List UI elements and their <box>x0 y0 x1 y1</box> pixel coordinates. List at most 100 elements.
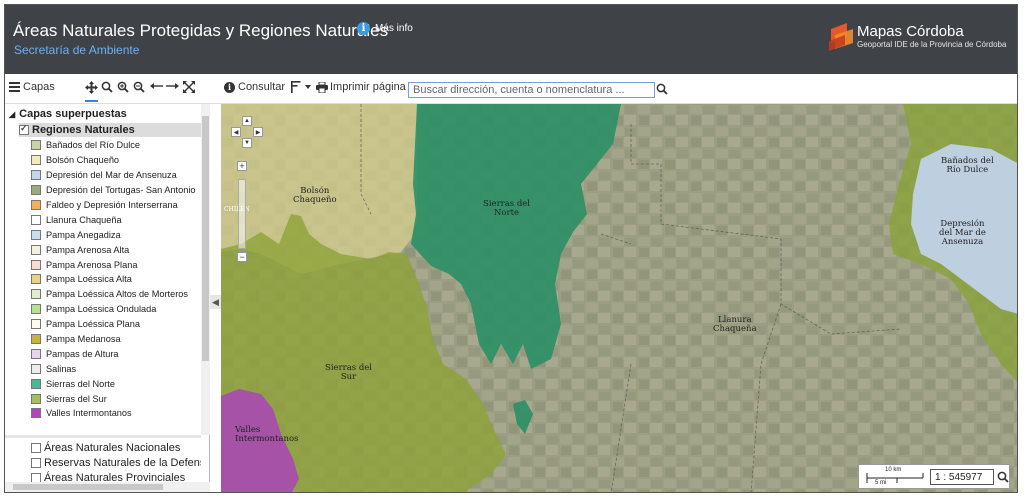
layer-item[interactable]: Reservas Naturales de la Defensa <box>31 455 201 470</box>
brand-tagline: Geoportal IDE de la Provincia de Córdoba <box>857 40 1007 49</box>
legend-swatch <box>31 170 41 181</box>
pan-left-button[interactable]: ◀ <box>231 127 241 137</box>
info-circle-icon: i <box>224 81 235 93</box>
pan-up-button[interactable]: ▲ <box>242 116 252 126</box>
overlay-group-header[interactable]: ◢ Capas superpuestas <box>9 108 127 120</box>
layer-checkbox[interactable] <box>31 457 41 468</box>
legend-label: Faldeo y Depresión Interserrana <box>46 200 178 210</box>
legend-label: Sierras del Norte <box>46 378 115 389</box>
legend-label: Valles Intermontanos <box>46 408 132 419</box>
legend-item: Sierras del Sur <box>31 391 201 406</box>
scale-search-icon[interactable] <box>997 471 1009 483</box>
label-sierras-del-norte: Sierras del Norte <box>483 199 531 218</box>
legend-item: Pampa Loéssica Plana <box>31 317 201 332</box>
legend-label: Pampas de Altura <box>46 348 119 359</box>
panel-separator[interactable] <box>5 435 201 438</box>
layer-label: Áreas Naturales Nacionales <box>44 441 181 454</box>
collapse-panel-button[interactable]: ◀ <box>210 295 221 309</box>
app-title: Áreas Naturales Protegidas y Regiones Na… <box>13 21 389 40</box>
measure-dropdown-button[interactable] <box>290 81 311 93</box>
legend-swatch <box>31 348 41 359</box>
zoom-out-icon <box>133 81 145 93</box>
printer-icon <box>316 81 328 93</box>
toolbar: Capas i Consultar Imprimir página Buscar… <box>5 74 1017 104</box>
legend-swatch <box>31 200 41 210</box>
natural-regions-label: Regiones Naturales <box>32 124 135 136</box>
panel-scroll-thumb[interactable] <box>202 116 209 361</box>
legend-swatch <box>31 378 41 389</box>
panel-scrollbar[interactable] <box>201 104 210 435</box>
map-zoom-in-button[interactable]: + <box>237 161 247 171</box>
label-sierras-del-sur: Sierras del Sur <box>325 363 373 382</box>
flag-icon <box>291 81 301 93</box>
legend-label: Pampa Loéssica Ondulada <box>46 304 157 315</box>
search-input[interactable] <box>408 82 655 98</box>
horizontal-scroll-thumb[interactable] <box>13 484 163 490</box>
print-button[interactable]: Imprimir página <box>316 81 406 93</box>
panel-horizontal-scrollbar[interactable] <box>5 482 210 492</box>
header-bar: Áreas Naturales Protegidas y Regiones Na… <box>5 5 1017 74</box>
label-banados-rio-dulce: Bañados del Río Dulce <box>941 156 994 175</box>
pan-down-button[interactable]: ▼ <box>242 138 252 148</box>
legend-item: Pampa Loéssica Ondulada <box>31 302 201 317</box>
legend-item: Depresión del Mar de Ansenuza <box>31 168 201 183</box>
zoom-slider[interactable] <box>238 179 246 249</box>
map-view[interactable]: Bolsón Chaqueño Sierras del Norte Bañado… <box>221 104 1017 492</box>
mapas-cordoba-logo <box>829 23 853 51</box>
legend-item: Llanura Chaqueña <box>31 212 201 227</box>
caret-down-icon <box>305 85 311 89</box>
arrow-right-icon <box>166 83 179 89</box>
legend-item: Sierras del Norte <box>31 376 201 391</box>
legend-swatch <box>31 140 41 151</box>
scale-ratio-field[interactable]: 1 : 545977 <box>930 469 994 485</box>
layers-panel: ◢ Capas superpuestas Regiones Naturales B… <box>5 104 210 492</box>
layer-item[interactable]: Áreas Naturales Nacionales <box>31 440 201 455</box>
legend-item: Pampas de Altura <box>31 346 201 361</box>
legend-swatch <box>31 229 41 240</box>
legend-item: Pampa Medanosa <box>31 332 201 347</box>
layer-natural-regions[interactable]: Regiones Naturales <box>19 123 201 137</box>
next-extent-button[interactable] <box>166 81 179 91</box>
label-bolson-chaqueno: Bolsón Chaqueño <box>293 186 337 205</box>
map-zoom-out-button[interactable]: − <box>237 252 247 262</box>
legend-label: Depresión del Tortugas- San Antonio <box>46 185 196 196</box>
more-info-button[interactable]: i Más info <box>357 22 413 35</box>
layer-checkbox[interactable] <box>31 472 41 483</box>
legend-item: Pampa Loéssica Altos de Morteros <box>31 287 201 302</box>
legend-item: Pampa Loéssica Alta <box>31 272 201 287</box>
legend-swatch <box>31 155 41 166</box>
move-icon <box>85 81 98 94</box>
legend-item: Faldeo y Depresión Interserrana <box>31 198 201 213</box>
search-icon[interactable] <box>656 83 668 95</box>
zoom-tool-button[interactable] <box>101 81 113 93</box>
layers-button[interactable]: Capas <box>9 81 55 93</box>
pan-tool-button[interactable] <box>85 81 98 94</box>
legend-label: Pampa Loéssica Plana <box>46 319 140 330</box>
legend-swatch <box>31 363 41 374</box>
magnifier-icon <box>101 81 113 93</box>
natural-regions-checkbox[interactable] <box>19 123 29 135</box>
pan-right-button[interactable]: ▶ <box>253 127 263 137</box>
legend-item: Salinas <box>31 361 201 376</box>
legend-item: Pampa Anegadiza <box>31 227 201 242</box>
zoom-out-button[interactable] <box>133 81 145 93</box>
legend-label: Pampa Loéssica Altos de Morteros <box>46 289 188 300</box>
legend-item: Bañados del Río Dulce <box>31 138 201 153</box>
legend-swatch <box>31 289 41 300</box>
legend-swatch <box>31 334 41 345</box>
legend-item: Pampa Arenosa Alta <box>31 242 201 257</box>
consult-button[interactable]: i Consultar <box>224 81 285 93</box>
zoom-in-button[interactable] <box>117 81 129 93</box>
app-subtitle[interactable]: Secretaría de Ambiente <box>14 43 139 57</box>
legend-label: Pampa Anegadiza <box>46 229 121 240</box>
legend-item: Pampa Arenosa Plana <box>31 257 201 272</box>
legend-label: Llanura Chaqueña <box>46 214 122 225</box>
layer-checkbox[interactable] <box>31 442 41 453</box>
full-extent-button[interactable] <box>183 81 195 93</box>
legend-label: Sierras del Sur <box>46 393 107 404</box>
app-frame: Áreas Naturales Protegidas y Regiones Na… <box>4 4 1018 493</box>
collapse-triangle-icon[interactable]: ◢ <box>9 110 15 119</box>
active-tool-indicator <box>85 100 98 102</box>
legend-swatch <box>31 393 41 404</box>
previous-extent-button[interactable] <box>150 81 163 91</box>
